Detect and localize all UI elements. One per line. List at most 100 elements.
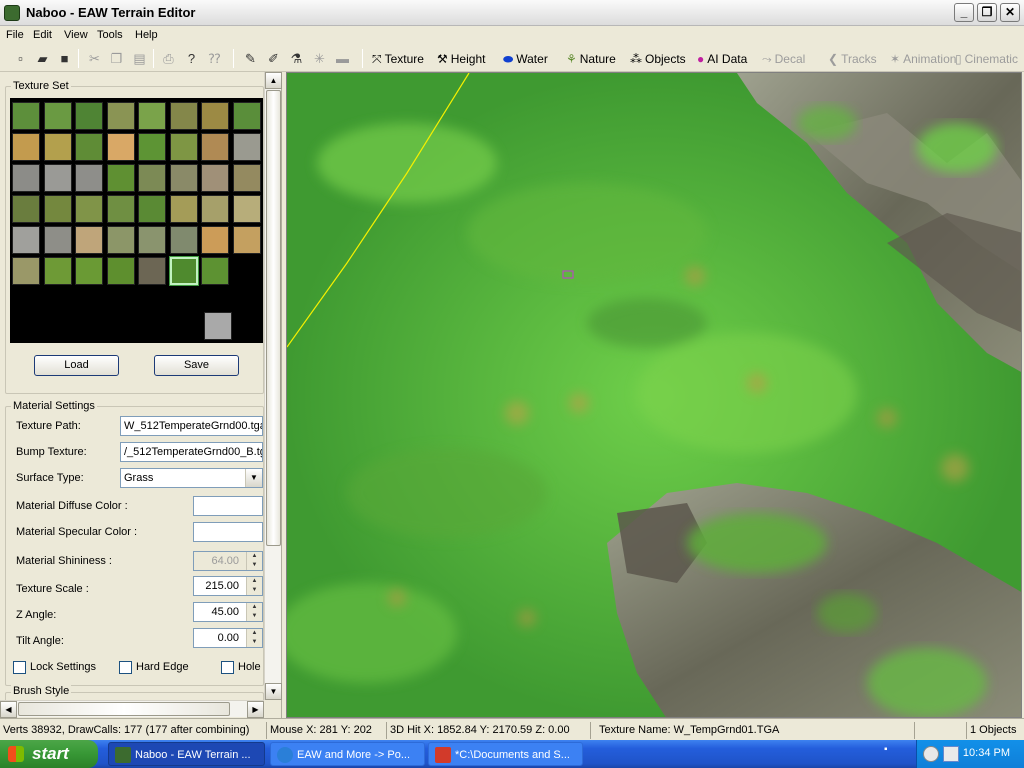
texture-tile[interactable]: [138, 133, 166, 161]
cut-icon[interactable]: ✂: [86, 50, 103, 67]
menu-file[interactable]: File: [6, 29, 24, 41]
texture-tile[interactable]: [75, 195, 103, 223]
texture-tile[interactable]: [169, 133, 198, 161]
task-paint[interactable]: *C:\Documents and S...: [428, 742, 583, 766]
scroll-right-button[interactable]: ▶: [247, 701, 264, 718]
texture-tile[interactable]: [168, 256, 199, 286]
scroll-up-button[interactable]: ▲: [265, 72, 282, 89]
texture-grid[interactable]: [10, 98, 263, 343]
texture-tile[interactable]: [204, 312, 232, 340]
texture-tile[interactable]: [43, 133, 72, 161]
mode-height[interactable]: ⚒ Height: [437, 50, 485, 68]
task-terrain-editor[interactable]: Naboo - EAW Terrain ...: [108, 742, 265, 766]
texture-tile[interactable]: [106, 257, 135, 285]
maximize-button[interactable]: ❐: [977, 3, 997, 22]
mode-objects[interactable]: ⁂ Objects: [630, 50, 686, 68]
help-icon[interactable]: ?: [183, 50, 200, 67]
texture-tile[interactable]: [201, 164, 229, 192]
texture-scale-field[interactable]: 215.00 ▲ ▼: [193, 576, 263, 596]
show-hidden-icon[interactable]: ▪: [884, 744, 888, 755]
texture-path-field[interactable]: W_512TemperateGrnd00.tga: [120, 416, 263, 436]
texture-tile[interactable]: [106, 133, 135, 161]
paste-icon[interactable]: ▤: [131, 50, 148, 67]
draw-line-icon[interactable]: ✐: [265, 50, 282, 67]
start-button[interactable]: start: [0, 740, 98, 768]
network-icon[interactable]: [943, 746, 959, 762]
diffuse-color-swatch[interactable]: [193, 496, 263, 516]
z-angle-spinner[interactable]: ▲ ▼: [246, 603, 262, 621]
new-file-icon[interactable]: ▫: [12, 50, 29, 67]
menu-edit[interactable]: Edit: [33, 29, 52, 41]
texture-tile[interactable]: [75, 226, 103, 254]
menu-view[interactable]: View: [64, 29, 88, 41]
pencil-icon[interactable]: ✎: [242, 50, 259, 67]
texture-tile[interactable]: [43, 195, 72, 223]
texture-tile[interactable]: [12, 195, 40, 223]
texture-tile[interactable]: [232, 226, 261, 254]
texture-tile[interactable]: [106, 195, 135, 223]
texture-tile[interactable]: [138, 102, 166, 130]
open-folder-icon[interactable]: ▰: [34, 50, 51, 67]
hard-edge-checkbox[interactable]: [119, 661, 132, 674]
panel-vertical-scrollbar[interactable]: ▲ ▼: [264, 72, 282, 700]
save-icon[interactable]: ■: [56, 50, 73, 67]
texture-tile[interactable]: [12, 164, 40, 192]
close-button[interactable]: ✕: [1000, 3, 1020, 22]
tilt-angle-spinner[interactable]: ▲ ▼: [246, 629, 262, 647]
texture-tile[interactable]: [201, 226, 229, 254]
mode-nature[interactable]: ⚘ Nature: [566, 50, 616, 68]
mode-cinematic[interactable]: ▯ Cinematic: [955, 50, 1018, 68]
texture-tile[interactable]: [138, 257, 166, 285]
shininess-field[interactable]: 64.00 ▲ ▼: [193, 551, 263, 571]
texture-tile[interactable]: [75, 257, 103, 285]
texture-tile[interactable]: [201, 133, 229, 161]
texture-tile[interactable]: [169, 195, 198, 223]
z-angle-field[interactable]: 45.00 ▲ ▼: [193, 602, 263, 622]
texture-tile[interactable]: [43, 257, 72, 285]
texture-tile[interactable]: [12, 226, 40, 254]
chevron-down-icon[interactable]: ▼: [245, 469, 262, 487]
texture-tile[interactable]: [201, 257, 229, 285]
texture-scale-spinner[interactable]: ▲ ▼: [246, 577, 262, 595]
texture-tile[interactable]: [12, 102, 40, 130]
hole-checkbox[interactable]: [221, 661, 234, 674]
minimize-button[interactable]: _: [954, 3, 974, 22]
menu-tools[interactable]: Tools: [97, 29, 123, 41]
tilt-angle-field[interactable]: 0.00 ▲ ▼: [193, 628, 263, 648]
mode-ai-data[interactable]: ● AI Data: [697, 50, 747, 68]
specular-color-swatch[interactable]: [193, 522, 263, 542]
texture-tile[interactable]: [75, 164, 103, 192]
texture-tile[interactable]: [138, 195, 166, 223]
texture-tile[interactable]: [43, 164, 72, 192]
effects-icon[interactable]: ✳: [311, 50, 328, 67]
texture-tile[interactable]: [106, 226, 135, 254]
texture-tile[interactable]: [75, 102, 103, 130]
menu-help[interactable]: Help: [135, 29, 158, 41]
texture-tile[interactable]: [43, 226, 72, 254]
surface-type-select[interactable]: Grass ▼: [120, 468, 263, 488]
save-button[interactable]: Save: [154, 355, 239, 376]
tray-expand-icon[interactable]: [923, 746, 939, 762]
title-bar[interactable]: Naboo - EAW Terrain Editor _ ❐ ✕: [0, 0, 1024, 26]
hscroll-thumb[interactable]: [18, 702, 230, 716]
task-browser[interactable]: EAW and More -> Po...: [270, 742, 425, 766]
fill-icon[interactable]: ⚗: [288, 50, 305, 67]
texture-tile[interactable]: [232, 133, 261, 161]
mode-water[interactable]: ⬬ Water: [503, 50, 548, 68]
texture-tile[interactable]: [169, 164, 198, 192]
context-help-icon[interactable]: ⁇: [206, 50, 223, 67]
texture-tile[interactable]: [12, 257, 40, 285]
panel-horizontal-scrollbar[interactable]: ◀ ▶: [0, 700, 264, 718]
print-icon[interactable]: ⎙: [160, 50, 177, 67]
bump-texture-field[interactable]: /_512TemperateGrnd00_B.tga: [120, 442, 263, 462]
texture-tile[interactable]: [232, 195, 261, 223]
terrain-viewport[interactable]: [286, 72, 1022, 718]
mode-animation[interactable]: ✶ Animation: [890, 50, 956, 68]
texture-tile[interactable]: [232, 164, 261, 192]
texture-tile[interactable]: [106, 102, 135, 130]
texture-tile[interactable]: [169, 102, 198, 130]
texture-tile[interactable]: [106, 164, 135, 192]
copy-icon[interactable]: ❐: [108, 50, 125, 67]
mode-texture[interactable]: ⤧ Texture: [372, 50, 424, 68]
texture-tile[interactable]: [12, 133, 40, 161]
